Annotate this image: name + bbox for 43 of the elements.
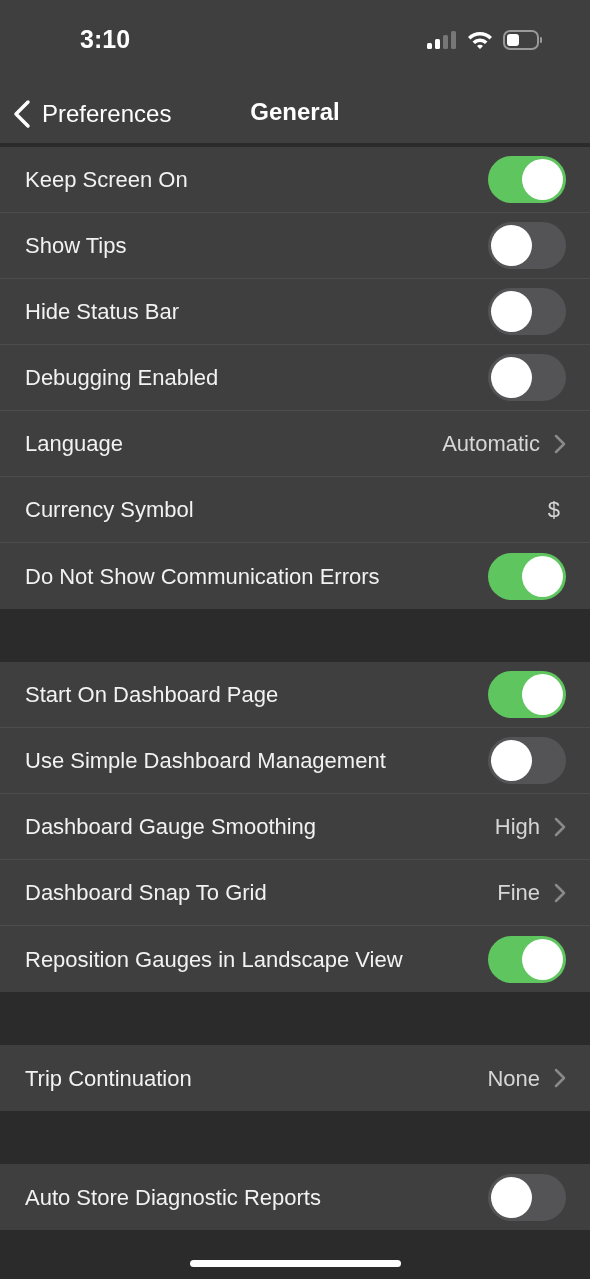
toggle-switch[interactable] (488, 222, 566, 269)
setting-value: Fine (497, 879, 540, 907)
disclosure-row[interactable]: Dashboard Gauge Smoothing High (0, 794, 590, 860)
status-time: 3:10 (80, 24, 131, 56)
toggle-switch[interactable] (488, 288, 566, 335)
setting-value: High (494, 813, 540, 841)
chevron-icon (554, 1068, 566, 1088)
setting-label: Trip Continuation (25, 1064, 192, 1093)
setting-label: Do Not Show Communication Errors (25, 562, 380, 591)
setting-label: Hide Status Bar (25, 298, 180, 326)
battery-icon (503, 29, 543, 51)
signal-icon (427, 30, 457, 50)
setting-label: Language (25, 430, 123, 458)
chevron-icon (554, 433, 566, 454)
setting-label: Dashboard Snap To Grid (25, 879, 267, 907)
setting-label: Use Simple Dashboard Management (25, 747, 386, 775)
setting-value: $ (547, 496, 560, 524)
nav-title: General (250, 96, 340, 127)
back-button[interactable]: Preferences (12, 96, 172, 132)
setting-label: Auto Store Diagnostic Reports (25, 1183, 321, 1212)
setting-value: None (487, 1064, 540, 1093)
disclosure-row[interactable]: Dashboard Snap To Grid Fine (0, 860, 590, 926)
wifi-icon (467, 30, 493, 50)
toggle-switch[interactable] (488, 737, 566, 784)
chevron-icon (554, 882, 566, 903)
setting-label: Keep Screen On (25, 166, 188, 194)
toggle-switch[interactable] (488, 354, 566, 401)
toggle-switch[interactable] (488, 156, 566, 203)
disclosure-row[interactable]: Language Automatic (0, 411, 590, 477)
toggle-switch[interactable] (488, 935, 566, 983)
toggle-switch[interactable] (488, 552, 566, 600)
setting-label: Dashboard Gauge Smoothing (25, 813, 317, 841)
toggle-switch[interactable] (488, 1173, 566, 1221)
disclosure-row[interactable]: Trip Continuation None (0, 1045, 590, 1111)
toggle-switch[interactable] (488, 671, 566, 718)
setting-label: Debugging Enabled (25, 364, 219, 392)
setting-label: Reposition Gauges in Landscape View (25, 945, 403, 974)
setting-label: Currency Symbol (25, 496, 194, 524)
setting-label: Show Tips (25, 232, 127, 260)
chevron-icon (554, 816, 566, 837)
setting-label: Start On Dashboard Page (25, 681, 279, 709)
back-chevron-icon (12, 99, 32, 129)
setting-value: Automatic (442, 430, 540, 458)
